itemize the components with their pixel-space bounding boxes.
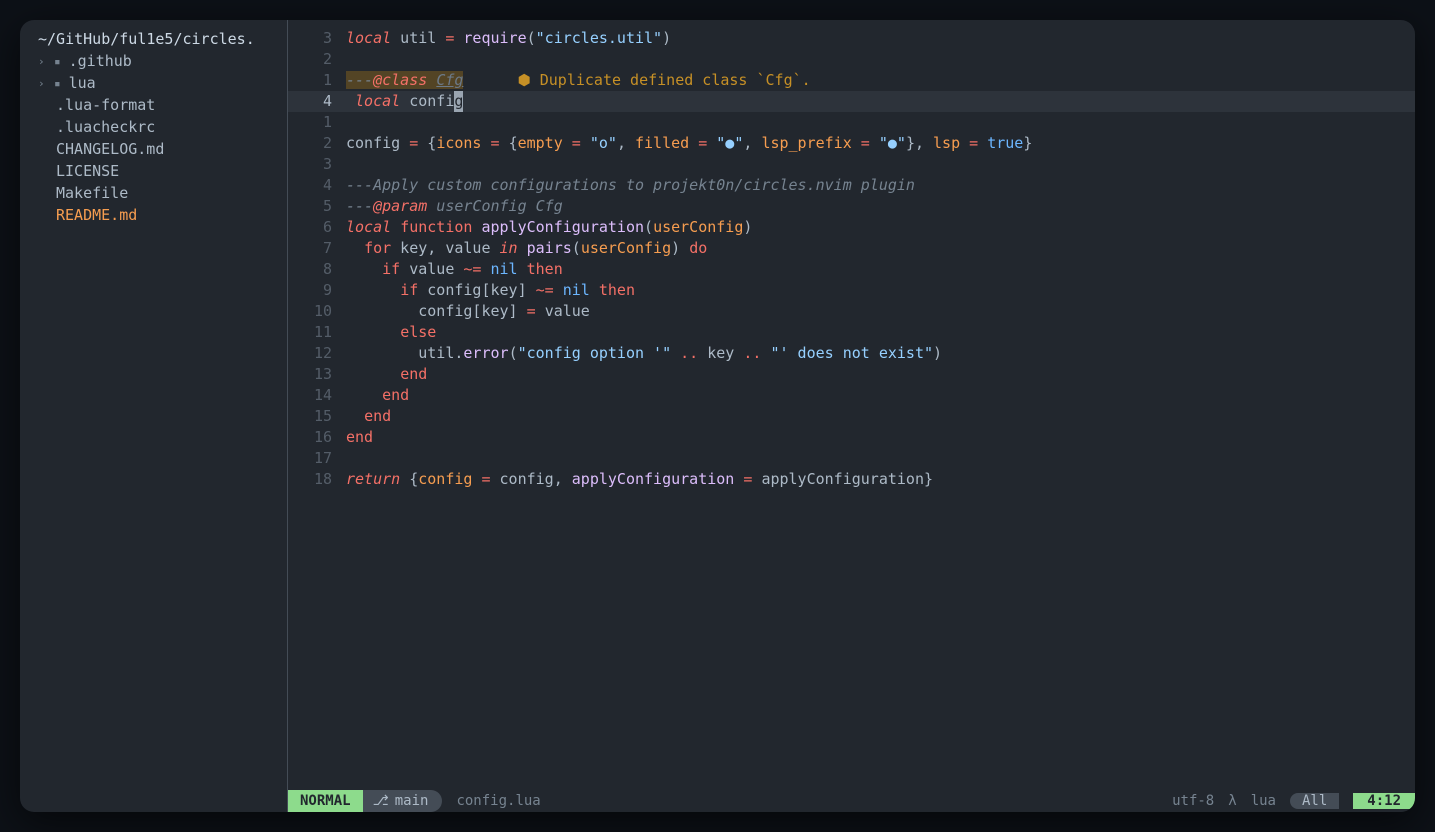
line-number: 1 <box>288 112 346 133</box>
statusline: NORMAL ⎇ main config.lua utf-8 λ lua All… <box>288 790 1415 812</box>
line-number: 5 <box>288 196 346 217</box>
line-number: 15 <box>288 406 346 427</box>
filetype-icon: λ <box>1228 793 1236 809</box>
tree-file-readme[interactable]: README.md <box>20 204 287 226</box>
line-number: 4 <box>288 175 346 196</box>
file-tree-sidebar[interactable]: ~/GitHub/ful1e5/circles. › ▪ .github › ▪… <box>20 20 288 812</box>
code-area[interactable]: 3 local util = require("circles.util") 2… <box>288 20 1415 790</box>
line-number: 2 <box>288 49 346 70</box>
tree-item-label: CHANGELOG.md <box>56 140 164 158</box>
line-number: 12 <box>288 343 346 364</box>
line-number: 17 <box>288 448 346 469</box>
cursor: g <box>454 91 463 112</box>
code-line-current[interactable]: 4 local config <box>288 91 1415 112</box>
chevron-right-icon: › <box>38 55 46 68</box>
tree-folder-github[interactable]: › ▪ .github <box>20 50 287 72</box>
statusline-git-branch: ⎇ main <box>363 790 443 812</box>
diagnostic-warning-icon: ⬢ <box>518 71 531 89</box>
editor-window: ~/GitHub/ful1e5/circles. › ▪ .github › ▪… <box>20 20 1415 812</box>
code-line[interactable]: 2 config = {icons = {empty = "o", filled… <box>288 133 1415 154</box>
line-number: 7 <box>288 238 346 259</box>
line-number: 3 <box>288 154 346 175</box>
code-line[interactable]: 16 end <box>288 427 1415 448</box>
tree-file-makefile[interactable]: Makefile <box>20 182 287 204</box>
line-number: 8 <box>288 259 346 280</box>
tree-file-lua-format[interactable]: .lua-format <box>20 94 287 116</box>
code-line[interactable]: 1 ---@class Cfg ⬢ Duplicate defined clas… <box>288 70 1415 91</box>
statusline-percent: All <box>1290 793 1339 809</box>
line-number: 14 <box>288 385 346 406</box>
statusline-encoding: utf-8 <box>1172 793 1214 809</box>
tree-item-label: .lua-format <box>56 96 155 114</box>
code-line[interactable]: 8 if value ~= nil then <box>288 259 1415 280</box>
line-number: 2 <box>288 133 346 154</box>
tree-item-label: LICENSE <box>56 162 119 180</box>
code-line[interactable]: 9 if config[key] ~= nil then <box>288 280 1415 301</box>
line-number: 3 <box>288 28 346 49</box>
tree-item-label: .luacheckrc <box>56 118 155 136</box>
tree-file-license[interactable]: LICENSE <box>20 160 287 182</box>
line-number: 13 <box>288 364 346 385</box>
editor-pane[interactable]: 3 local util = require("circles.util") 2… <box>288 20 1415 812</box>
tree-folder-lua[interactable]: › ▪ lua <box>20 72 287 94</box>
line-number-current: 4 <box>288 91 346 112</box>
code-line[interactable]: 2 <box>288 49 1415 70</box>
code-line[interactable]: 3 <box>288 154 1415 175</box>
statusline-branch-name: main <box>395 793 429 809</box>
folder-icon: ▪ <box>54 55 61 68</box>
folder-icon: ▪ <box>54 77 61 90</box>
code-line[interactable]: 7 for key, value in pairs(userConfig) do <box>288 238 1415 259</box>
line-number: 16 <box>288 427 346 448</box>
line-number: 18 <box>288 469 346 490</box>
code-line[interactable]: 3 local util = require("circles.util") <box>288 28 1415 49</box>
diagnostic-message: Duplicate defined class `Cfg`. <box>540 71 811 89</box>
line-number: 1 <box>288 70 346 91</box>
code-line[interactable]: 18 return {config = config, applyConfigu… <box>288 469 1415 490</box>
code-line[interactable]: 11 else <box>288 322 1415 343</box>
tree-item-label: .github <box>69 52 132 70</box>
line-number: 9 <box>288 280 346 301</box>
statusline-position: 4:12 <box>1353 793 1415 809</box>
tree-file-luacheckrc[interactable]: .luacheckrc <box>20 116 287 138</box>
code-line[interactable]: 14 end <box>288 385 1415 406</box>
line-number: 6 <box>288 217 346 238</box>
tree-file-changelog[interactable]: CHANGELOG.md <box>20 138 287 160</box>
code-line[interactable]: 6 local function applyConfiguration(user… <box>288 217 1415 238</box>
code-line[interactable]: 15 end <box>288 406 1415 427</box>
statusline-filename: config.lua <box>442 793 554 809</box>
line-number: 10 <box>288 301 346 322</box>
tree-item-label: lua <box>69 74 96 92</box>
chevron-right-icon: › <box>38 77 46 90</box>
code-line[interactable]: 4 ---Apply custom configurations to proj… <box>288 175 1415 196</box>
git-branch-icon: ⎇ <box>373 793 389 809</box>
code-line[interactable]: 13 end <box>288 364 1415 385</box>
tree-item-label: Makefile <box>56 184 128 202</box>
line-number: 11 <box>288 322 346 343</box>
code-line[interactable]: 10 config[key] = value <box>288 301 1415 322</box>
code-line[interactable]: 12 util.error("config option '" .. key .… <box>288 343 1415 364</box>
code-line[interactable]: 17 <box>288 448 1415 469</box>
tree-root-path: ~/GitHub/ful1e5/circles. <box>20 28 287 50</box>
code-line[interactable]: 1 <box>288 112 1415 133</box>
code-line[interactable]: 5 ---@param userConfig Cfg <box>288 196 1415 217</box>
tree-item-label: README.md <box>56 206 137 224</box>
statusline-filetype: lua <box>1251 793 1276 809</box>
statusline-mode: NORMAL <box>288 790 363 812</box>
